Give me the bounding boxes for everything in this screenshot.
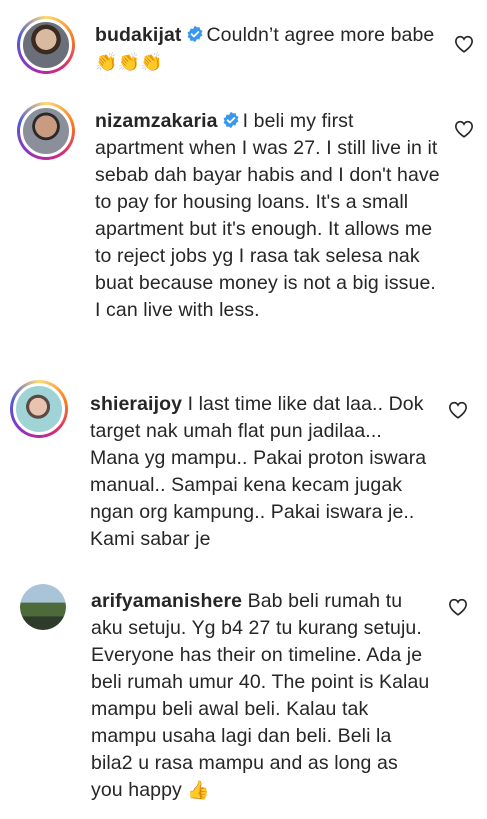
- avatar[interactable]: [10, 380, 68, 438]
- comment-body: Bab beli rumah tu aku setuju. Yg b4 27 t…: [91, 590, 430, 801]
- comment-item: nizamzakaria I beli my first apartment wh…: [0, 95, 487, 365]
- comment-text: budakijat Couldn’t agree more babe 👏👏👏: [95, 22, 440, 76]
- avatar[interactable]: [17, 102, 75, 160]
- comment-body: I last time like dat laa.. Dok target na…: [90, 393, 427, 550]
- avatar[interactable]: [20, 584, 66, 630]
- comment-username[interactable]: arifyamanishere: [91, 590, 242, 612]
- comment-text: arifyamanishere Bab beli rumah tu aku se…: [91, 588, 431, 804]
- avatar[interactable]: [17, 16, 75, 74]
- verified-badge-icon: [223, 111, 239, 129]
- comment-item: shieraijoy I last time like dat laa.. Do…: [0, 370, 487, 570]
- heart-like-icon[interactable]: [448, 401, 468, 419]
- clapping-hands-emoji: 👏👏👏: [95, 52, 163, 73]
- comment-username[interactable]: budakijat: [95, 24, 182, 46]
- comment-username[interactable]: nizamzakaria: [95, 110, 218, 132]
- comment-item: arifyamanishere Bab beli rumah tu aku se…: [0, 580, 487, 819]
- heart-like-icon[interactable]: [448, 598, 468, 616]
- thumbs-up-emoji: 👍: [187, 780, 210, 801]
- comment-text: nizamzakaria I beli my first apartment wh…: [95, 108, 440, 324]
- comment-body: Couldn’t agree more babe: [206, 24, 435, 46]
- comment-body: I beli my first apartment when I was 27.…: [95, 110, 440, 321]
- verified-badge-icon: [187, 25, 202, 43]
- comment-username[interactable]: shieraijoy: [90, 393, 182, 415]
- comment-item: budakijat Couldn’t agree more babe 👏👏👏: [0, 0, 487, 90]
- heart-like-icon[interactable]: [454, 35, 474, 53]
- heart-like-icon[interactable]: [454, 120, 474, 138]
- comment-text: shieraijoy I last time like dat laa.. Do…: [90, 391, 430, 553]
